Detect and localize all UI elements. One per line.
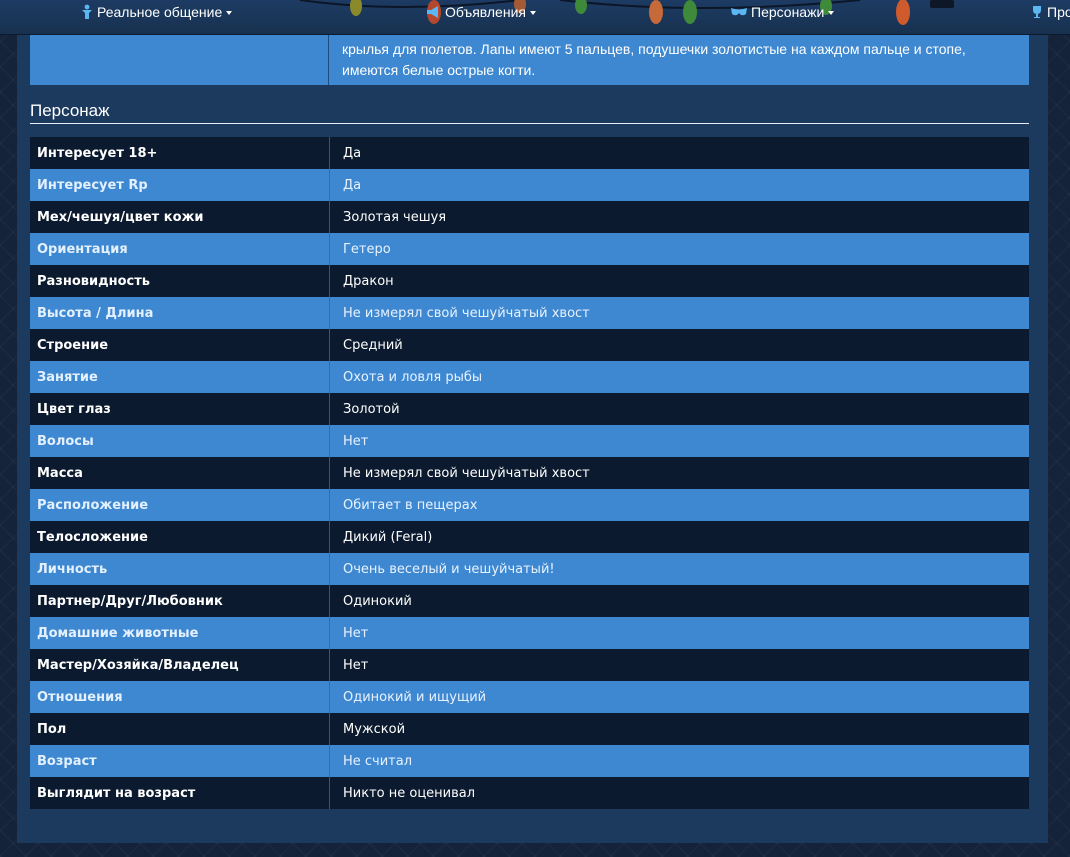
nav-real-talk[interactable]: Реальное общение bbox=[80, 3, 233, 21]
character-info-table: Интересует 18+ Да Интересует Rp Да Мех/чешуя… bbox=[30, 137, 1029, 809]
table-row: Отношения Одинокий и ищущий bbox=[30, 681, 1029, 713]
row-label: Телосложение bbox=[30, 521, 330, 553]
row-value: Охота и ловля рыбы bbox=[343, 369, 483, 385]
nav-real-talk-label: Реальное общение bbox=[97, 4, 223, 20]
chevron-down-icon bbox=[828, 10, 835, 15]
person-icon bbox=[80, 4, 94, 20]
row-value: Средний bbox=[343, 337, 403, 353]
table-row: Строение Средний bbox=[30, 329, 1029, 361]
nav-announcements[interactable]: Объявления bbox=[426, 3, 536, 21]
row-value: Гетеро bbox=[343, 241, 391, 257]
row-label: Ориентация bbox=[30, 233, 330, 265]
row-label: Личность bbox=[30, 553, 330, 585]
row-label: Занятие bbox=[30, 361, 330, 393]
row-value: Одинокий и ищущий bbox=[343, 689, 487, 705]
row-label: Партнер/Друг/Любовник bbox=[30, 585, 330, 617]
table-row: Пол Мужской bbox=[30, 713, 1029, 745]
row-label: Волосы bbox=[30, 425, 330, 457]
row-value: Не измерял свой чешуйчатый хвост bbox=[343, 465, 590, 481]
nav-characters[interactable]: Персонажи bbox=[730, 3, 835, 21]
row-label: Отношения bbox=[30, 681, 330, 713]
table-row: Интересует Rp Да bbox=[30, 169, 1029, 201]
table-row: Цвет глаз Золотой bbox=[30, 393, 1029, 425]
megaphone-icon bbox=[426, 5, 442, 19]
table-row: Расположение Обитает в пещерах bbox=[30, 489, 1029, 521]
table-row: Занятие Охота и ловля рыбы bbox=[30, 361, 1029, 393]
chevron-down-icon bbox=[226, 10, 233, 15]
row-label: Домашние животные bbox=[30, 617, 330, 649]
table-row: Масса Не измерял свой чешуйчатый хвост bbox=[30, 457, 1029, 489]
row-label: Интересует 18+ bbox=[30, 137, 330, 169]
table-row: Ориентация Гетеро bbox=[30, 233, 1029, 265]
row-value: Да bbox=[343, 145, 362, 161]
description-row: крылья для полетов. Лапы имеют 5 пальцев… bbox=[30, 34, 1029, 85]
table-row: Высота / Длина Не измерял свой чешуйчатый… bbox=[30, 297, 1029, 329]
table-row: Мастер/Хозяйка/Владелец Нет bbox=[30, 649, 1029, 681]
row-label: Возраст bbox=[30, 745, 330, 777]
row-value: Да bbox=[343, 177, 362, 193]
table-row: Выглядит на возраст Никто не оценивал bbox=[30, 777, 1029, 809]
table-row: Мех/чешуя/цвет кожи Золотая чешуя bbox=[30, 201, 1029, 233]
nav-characters-label: Персонажи bbox=[751, 4, 825, 20]
row-value: Очень веселый и чешуйчатый! bbox=[343, 561, 555, 577]
description-label-cell bbox=[30, 34, 329, 85]
row-label: Пол bbox=[30, 713, 330, 745]
row-label: Интересует Rp bbox=[30, 169, 330, 201]
trophy-icon bbox=[1030, 5, 1044, 19]
row-label: Цвет глаз bbox=[30, 393, 330, 425]
row-label: Мастер/Хозяйка/Владелец bbox=[30, 649, 330, 681]
row-value: Дикий (Feral) bbox=[343, 529, 433, 545]
table-row: Партнер/Друг/Любовник Одинокий bbox=[30, 585, 1029, 617]
section-title: Персонаж bbox=[30, 101, 1029, 124]
row-value: Золотая чешуя bbox=[343, 209, 447, 225]
description-text: крылья для полетов. Лапы имеют 5 пальцев… bbox=[342, 41, 966, 78]
table-row: Волосы Нет bbox=[30, 425, 1029, 457]
chevron-down-icon bbox=[529, 10, 536, 15]
row-label: Масса bbox=[30, 457, 330, 489]
row-value: Не считал bbox=[343, 753, 413, 769]
table-row: Разновидность Дракон bbox=[30, 265, 1029, 297]
row-value: Никто не оценивал bbox=[343, 785, 476, 801]
nav-announcements-label: Объявления bbox=[445, 4, 526, 20]
row-value: Обитает в пещерах bbox=[343, 497, 478, 513]
row-label: Высота / Длина bbox=[30, 297, 330, 329]
table-row: Интересует 18+ Да bbox=[30, 137, 1029, 169]
row-value: Нет bbox=[343, 625, 369, 641]
row-value: Нет bbox=[343, 433, 369, 449]
top-navbar: Реальное общение Объявления Персонажи Пр… bbox=[0, 0, 1070, 35]
row-label: Разновидность bbox=[30, 265, 330, 297]
row-value: Нет bbox=[343, 657, 369, 673]
table-row: Телосложение Дикий (Feral) bbox=[30, 521, 1029, 553]
row-label: Расположение bbox=[30, 489, 330, 521]
row-label: Строение bbox=[30, 329, 330, 361]
row-label: Выглядит на возраст bbox=[30, 777, 330, 809]
row-value: Мужской bbox=[343, 721, 406, 737]
nav-more-label: Про bbox=[1047, 4, 1070, 20]
table-row: Домашние животные Нет bbox=[30, 617, 1029, 649]
row-label: Мех/чешуя/цвет кожи bbox=[30, 201, 330, 233]
table-row: Возраст Не считал bbox=[30, 745, 1029, 777]
row-value: Золотой bbox=[343, 401, 400, 417]
table-row: Личность Очень веселый и чешуйчатый! bbox=[30, 553, 1029, 585]
nav-more[interactable]: Про bbox=[1030, 3, 1070, 21]
mask-icon bbox=[730, 6, 748, 18]
row-value: Дракон bbox=[343, 273, 394, 289]
row-value: Одинокий bbox=[343, 593, 412, 609]
row-value: Не измерял свой чешуйчатый хвост bbox=[343, 305, 590, 321]
